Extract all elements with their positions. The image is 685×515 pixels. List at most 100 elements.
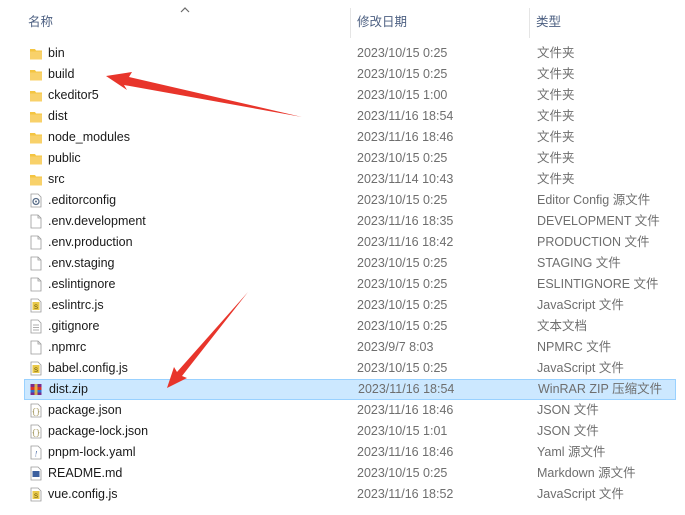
file-type: DEVELOPMENT 文件: [537, 214, 660, 228]
file-modified-date: 2023/11/16 18:52: [357, 487, 454, 501]
blank-file-icon: [29, 214, 43, 229]
file-row[interactable]: .env.production 2023/11/16 18:42 PRODUCTIO…: [24, 232, 676, 253]
markdown-file-icon: [29, 466, 43, 481]
file-name: build: [48, 67, 75, 81]
file-row[interactable]: .eslintignore 2023/10/15 0:25 ESLINTIGNORE…: [24, 274, 676, 295]
file-row[interactable]: README.md 2023/10/15 0:25 Markdown 源文件: [24, 463, 676, 484]
file-modified-date: 2023/11/14 10:43: [357, 172, 454, 186]
file-name: src: [48, 172, 65, 186]
text-file-icon: [29, 319, 43, 334]
file-name: pnpm-lock.yaml: [48, 445, 136, 459]
file-name: vue.config.js: [48, 487, 118, 501]
json-file-icon: {}: [29, 424, 43, 439]
file-name: .gitignore: [48, 319, 100, 333]
file-row[interactable]: dist.zip 2023/11/16 18:54 WinRAR ZIP 压缩文件: [24, 379, 676, 400]
file-type: JavaScript 文件: [537, 361, 624, 375]
file-type: STAGING 文件: [537, 256, 621, 270]
svg-text:S: S: [34, 305, 38, 311]
file-row[interactable]: .npmrc 2023/9/7 8:03 NPMRC 文件: [24, 337, 676, 358]
svg-text:S: S: [34, 368, 38, 374]
file-type: 文件夹: [537, 46, 575, 60]
file-name: babel.config.js: [48, 361, 128, 375]
config-file-icon: [29, 193, 43, 208]
yaml-file-icon: !: [29, 445, 43, 460]
file-type: 文本文档: [537, 319, 588, 333]
file-row[interactable]: .gitignore 2023/10/15 0:25 文本文档: [24, 316, 676, 337]
file-row[interactable]: {} package-lock.json 2023/10/15 1:01 JSON 文…: [24, 421, 676, 442]
file-row[interactable]: {} package.json 2023/11/16 18:46 JSON 文件: [24, 400, 676, 421]
js-file-icon: S: [29, 487, 43, 502]
folder-icon: [29, 172, 43, 187]
file-modified-date: 2023/10/15 0:25: [357, 298, 448, 312]
file-row[interactable]: node_modules 2023/11/16 18:46 文件夹: [24, 127, 676, 148]
file-type: JavaScript 文件: [537, 487, 624, 501]
column-header-bar: 名称 修改日期 类型: [0, 0, 685, 40]
folder-icon: [29, 67, 43, 82]
folder-icon: [29, 130, 43, 145]
file-name: .eslintrc.js: [48, 298, 104, 312]
folder-icon: [29, 88, 43, 103]
file-row[interactable]: bin 2023/10/15 0:25 文件夹: [24, 43, 676, 64]
file-modified-date: 2023/10/15 1:01: [357, 424, 448, 438]
file-row[interactable]: ! pnpm-lock.yaml 2023/11/16 18:46 Yaml 源文件: [24, 442, 676, 463]
file-modified-date: 2023/10/15 0:25: [357, 319, 448, 333]
js-file-icon: S: [29, 298, 43, 313]
file-modified-date: 2023/10/15 0:25: [357, 466, 448, 480]
file-name: dist.zip: [49, 382, 88, 396]
file-type: Yaml 源文件: [537, 445, 606, 459]
file-type: Editor Config 源文件: [537, 193, 651, 207]
folder-icon: [29, 46, 43, 61]
svg-text:S: S: [34, 494, 38, 500]
column-header-date[interactable]: 修改日期: [351, 0, 529, 40]
file-name: .env.development: [48, 214, 146, 228]
file-type: JavaScript 文件: [537, 298, 624, 312]
winrar-archive-icon: [29, 382, 43, 397]
file-name: public: [48, 151, 81, 165]
file-type: 文件夹: [537, 67, 575, 81]
file-row[interactable]: Svue.config.js 2023/11/16 18:52 JavaScript…: [24, 484, 676, 505]
file-row[interactable]: .editorconfig 2023/10/15 0:25 Editor Confi…: [24, 190, 676, 211]
file-name: .env.staging: [48, 256, 115, 270]
file-type: JSON 文件: [537, 424, 599, 438]
blank-file-icon: [29, 340, 43, 355]
file-name: .editorconfig: [48, 193, 117, 207]
file-row[interactable]: build 2023/10/15 0:25 文件夹: [24, 64, 676, 85]
file-row[interactable]: Sbabel.config.js 2023/10/15 0:25 JavaScrip…: [24, 358, 676, 379]
file-modified-date: 2023/11/16 18:54: [358, 382, 455, 396]
file-row[interactable]: S .eslintrc.js 2023/10/15 0:25 JavaScript 文…: [24, 295, 676, 316]
svg-text:!: !: [35, 450, 38, 459]
file-name: .eslintignore: [48, 277, 116, 291]
file-type: PRODUCTION 文件: [537, 235, 650, 249]
file-modified-date: 2023/10/15 1:00: [357, 88, 448, 102]
file-row[interactable]: .env.staging 2023/10/15 0:25 STAGING 文件: [24, 253, 676, 274]
file-type: 文件夹: [537, 172, 575, 186]
file-row[interactable]: dist 2023/11/16 18:54 文件夹: [24, 106, 676, 127]
file-modified-date: 2023/9/7 8:03: [357, 340, 434, 354]
file-row[interactable]: .env.development 2023/11/16 18:35 DEVELOPM…: [24, 211, 676, 232]
file-name: dist: [48, 109, 68, 123]
file-row[interactable]: src 2023/11/14 10:43 文件夹: [24, 169, 676, 190]
sort-ascending-icon[interactable]: [180, 6, 190, 14]
file-modified-date: 2023/10/15 0:25: [357, 193, 448, 207]
file-modified-date: 2023/10/15 0:25: [357, 151, 448, 165]
file-modified-date: 2023/10/15 0:25: [357, 46, 448, 60]
column-header-type[interactable]: 类型: [530, 0, 680, 40]
file-row[interactable]: ckeditor5 2023/10/15 1:00 文件夹: [24, 85, 676, 106]
file-row[interactable]: public 2023/10/15 0:25 文件夹: [24, 148, 676, 169]
file-modified-date: 2023/11/16 18:46: [357, 403, 454, 417]
file-name: node_modules: [48, 130, 131, 144]
file-type: NPMRC 文件: [537, 340, 612, 354]
file-name: bin: [48, 46, 65, 60]
file-modified-date: 2023/11/16 18:35: [357, 214, 454, 228]
folder-icon: [29, 109, 43, 124]
svg-text:{}: {}: [32, 430, 40, 438]
file-modified-date: 2023/11/16 18:46: [357, 130, 454, 144]
file-name: package.json: [48, 403, 122, 417]
file-type: WinRAR ZIP 压缩文件: [538, 382, 663, 396]
file-modified-date: 2023/10/15 0:25: [357, 67, 448, 81]
blank-file-icon: [29, 235, 43, 250]
file-name: .env.production: [48, 235, 133, 249]
svg-text:{}: {}: [32, 409, 40, 417]
file-modified-date: 2023/11/16 18:42: [357, 235, 454, 249]
file-type: ESLINTIGNORE 文件: [537, 277, 659, 291]
